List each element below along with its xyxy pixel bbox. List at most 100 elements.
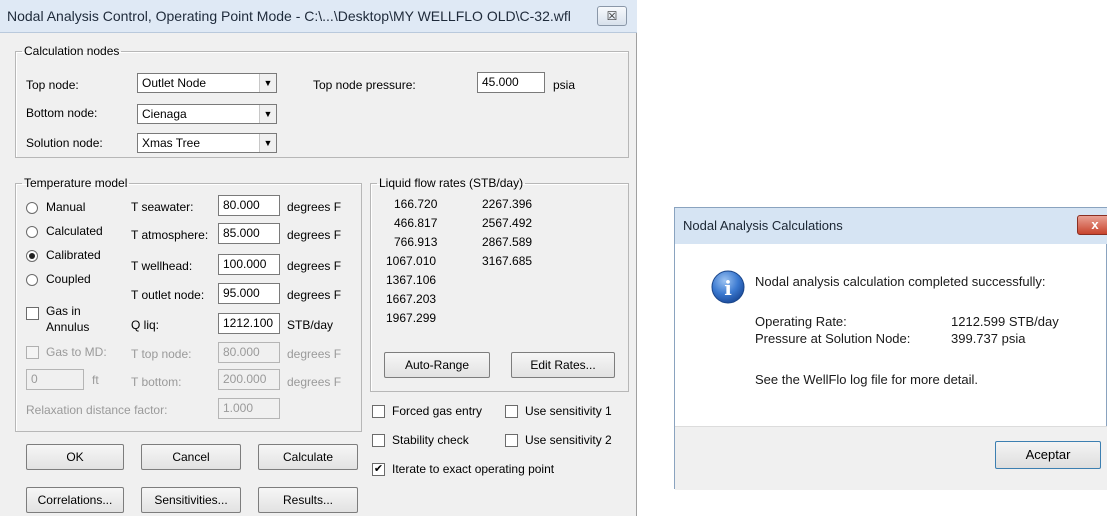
messagebox-title-bar: Nodal Analysis Calculations x xyxy=(675,208,1107,244)
pressure-label: Pressure at Solution Node: xyxy=(755,331,911,346)
t-outlet-node-unit: degrees F xyxy=(287,288,342,302)
gas-in-annulus-label-1: Gas in xyxy=(46,304,81,318)
info-icon-glyph: i xyxy=(724,276,732,300)
chevron-down-icon[interactable]: ▼ xyxy=(259,105,276,123)
rate-value: 466.817 xyxy=(394,216,438,230)
use-sensitivity-1-checkbox[interactable] xyxy=(505,405,518,418)
chevron-down-icon[interactable]: ▼ xyxy=(259,74,276,92)
t-wellhead-label: T wellhead: xyxy=(131,259,193,273)
calibrated-label: Calibrated xyxy=(46,248,101,262)
rate-value: 766.913 xyxy=(394,235,438,249)
stability-check-checkbox[interactable] xyxy=(372,434,385,447)
messagebox-title: Nodal Analysis Calculations xyxy=(683,218,843,233)
aceptar-button[interactable]: Aceptar xyxy=(995,441,1101,469)
messagebox-note: See the WellFlo log file for more detail… xyxy=(755,372,979,387)
use-sensitivity-2-checkbox[interactable] xyxy=(505,434,518,447)
chevron-down-icon[interactable]: ▼ xyxy=(259,134,276,152)
iterate-checkbox[interactable]: ✔ xyxy=(372,463,385,476)
calculation-nodes-group: Calculation nodes xyxy=(15,44,629,158)
gas-to-md-checkbox[interactable] xyxy=(26,346,39,359)
nodal-analysis-calculations-messagebox: Nodal Analysis Calculations x i Nodal an… xyxy=(674,207,1107,490)
solution-node-value: Xmas Tree xyxy=(142,136,201,150)
t-top-node-label: T top node: xyxy=(131,347,192,361)
temperature-model-legend: Temperature model xyxy=(24,176,128,190)
results-button[interactable]: Results... xyxy=(258,487,358,513)
correlations-button[interactable]: Correlations... xyxy=(26,487,124,513)
q-liq-unit: STB/day xyxy=(287,318,334,332)
q-liq-input[interactable]: 1212.100 xyxy=(218,313,280,334)
t-atmosphere-label: T atmosphere: xyxy=(131,228,209,242)
t-outlet-node-input[interactable]: 95.000 xyxy=(218,283,280,304)
t-top-node-unit: degrees F xyxy=(287,347,342,361)
q-liq-label: Q liq: xyxy=(131,318,160,332)
bottom-node-value: Cienaga xyxy=(142,107,187,121)
t-seawater-label: T seawater: xyxy=(131,200,194,214)
top-node-pressure-label: Top node pressure: xyxy=(313,78,416,92)
gas-to-md-input[interactable]: 0 xyxy=(26,369,84,390)
use-sensitivity-2-label: Use sensitivity 2 xyxy=(525,433,612,447)
operating-rate-value: 1212.599 STB/day xyxy=(951,314,1059,329)
calibrated-radio[interactable] xyxy=(26,250,38,262)
info-icon: i xyxy=(711,270,745,304)
gas-in-annulus-checkbox[interactable] xyxy=(26,307,39,320)
gas-to-md-label: Gas to MD: xyxy=(46,345,107,359)
nodal-analysis-control-dialog: Nodal Analysis Control, Operating Point … xyxy=(0,0,637,516)
calculation-nodes-legend: Calculation nodes xyxy=(24,44,120,58)
t-atmosphere-unit: degrees F xyxy=(287,228,342,242)
rate-value: 2267.396 xyxy=(482,197,533,211)
manual-label: Manual xyxy=(46,200,86,214)
rate-value: 1067.010 xyxy=(386,254,437,268)
calculated-label: Calculated xyxy=(46,224,103,238)
relaxation-distance-input[interactable]: 1.000 xyxy=(218,398,280,419)
close-icon[interactable]: ☒ xyxy=(597,6,627,26)
top-node-select[interactable]: Outlet Node ▼ xyxy=(137,73,277,93)
top-node-label: Top node: xyxy=(26,78,79,92)
rate-value: 2867.589 xyxy=(482,235,533,249)
bottom-node-label: Bottom node: xyxy=(26,106,98,120)
t-atmosphere-input[interactable]: 85.000 xyxy=(218,223,280,244)
solution-node-select[interactable]: Xmas Tree ▼ xyxy=(137,133,277,153)
pressure-value: 399.737 psia xyxy=(951,331,1026,346)
coupled-label: Coupled xyxy=(46,272,91,286)
t-bottom-input[interactable]: 200.000 xyxy=(218,369,280,390)
relaxation-distance-label: Relaxation distance factor: xyxy=(26,403,168,417)
stability-check-label: Stability check xyxy=(392,433,469,447)
cancel-button[interactable]: Cancel xyxy=(141,444,241,470)
forced-gas-entry-checkbox[interactable] xyxy=(372,405,385,418)
use-sensitivity-1-label: Use sensitivity 1 xyxy=(525,404,612,418)
top-node-pressure-input[interactable]: 45.000 xyxy=(477,72,545,93)
iterate-label: Iterate to exact operating point xyxy=(392,462,555,476)
coupled-radio[interactable] xyxy=(26,274,38,286)
t-outlet-node-label: T outlet node: xyxy=(131,288,205,302)
auto-range-button[interactable]: Auto-Range xyxy=(384,352,490,378)
t-top-node-input[interactable]: 80.000 xyxy=(218,342,280,363)
rate-value: 2567.492 xyxy=(482,216,533,230)
bottom-node-select[interactable]: Cienaga ▼ xyxy=(137,104,277,124)
rate-value: 166.720 xyxy=(394,197,438,211)
operating-rate-label: Operating Rate: xyxy=(755,314,847,329)
manual-radio[interactable] xyxy=(26,202,38,214)
calculated-radio[interactable] xyxy=(26,226,38,238)
ok-button[interactable]: OK xyxy=(26,444,124,470)
forced-gas-entry-label: Forced gas entry xyxy=(392,404,483,418)
rate-value: 1667.203 xyxy=(386,292,437,306)
liquid-flow-rates-legend: Liquid flow rates (STB/day) xyxy=(379,176,524,190)
t-wellhead-input[interactable]: 100.000 xyxy=(218,254,280,275)
t-wellhead-unit: degrees F xyxy=(287,259,342,273)
t-seawater-input[interactable]: 80.000 xyxy=(218,195,280,216)
close-icon[interactable]: x xyxy=(1077,215,1107,235)
calculate-button[interactable]: Calculate xyxy=(258,444,358,470)
rate-value: 1367.106 xyxy=(386,273,437,287)
t-bottom-unit: degrees F xyxy=(287,375,342,389)
solution-node-label: Solution node: xyxy=(26,136,103,150)
gas-in-annulus-label-2: Annulus xyxy=(46,320,90,334)
t-bottom-label: T bottom: xyxy=(131,375,182,389)
messagebox-headline: Nodal analysis calculation completed suc… xyxy=(755,274,1046,289)
rate-value: 1967.299 xyxy=(386,311,437,325)
title-bar: Nodal Analysis Control, Operating Point … xyxy=(0,0,637,33)
sensitivities-button[interactable]: Sensitivities... xyxy=(141,487,241,513)
gas-to-md-unit: ft xyxy=(92,373,99,387)
edit-rates-button[interactable]: Edit Rates... xyxy=(511,352,615,378)
messagebox-footer: Aceptar xyxy=(675,426,1107,490)
t-seawater-unit: degrees F xyxy=(287,200,342,214)
